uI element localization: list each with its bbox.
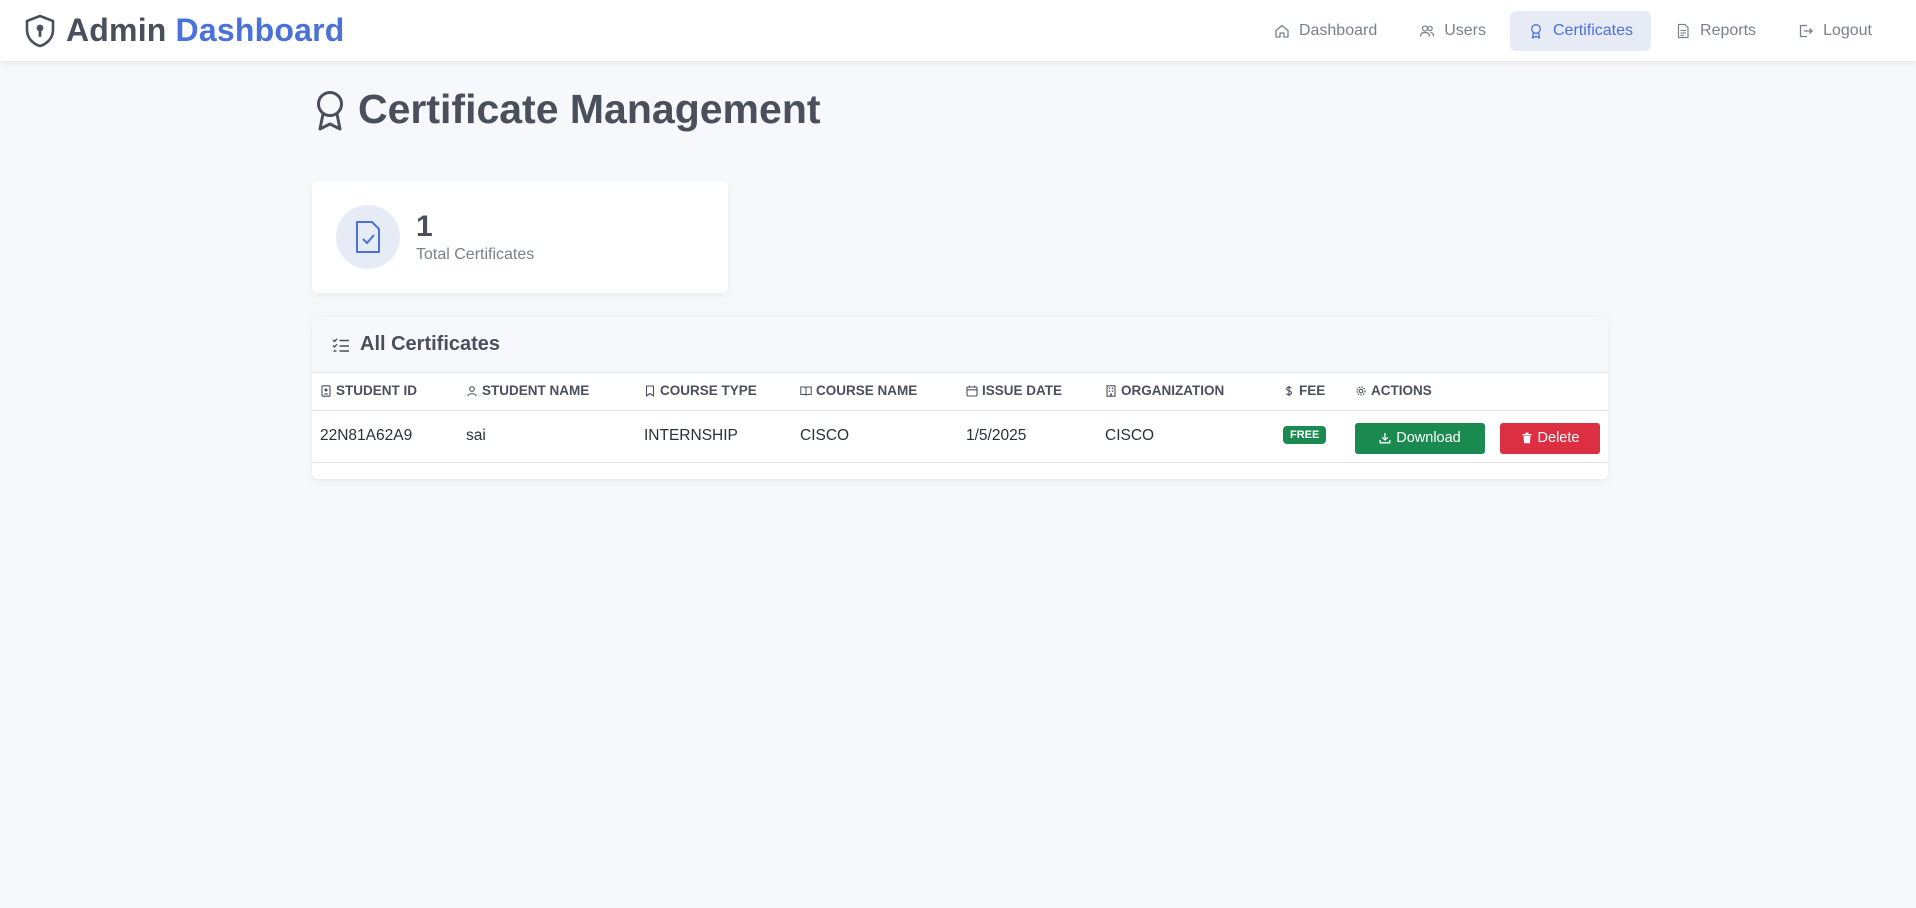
column-header-student-name[interactable]: STUDENT NAME	[458, 373, 636, 411]
logout-icon	[1799, 24, 1813, 37]
calendar-icon	[966, 385, 978, 397]
column-header-label: COURSE TYPE	[660, 383, 757, 398]
brand-accent: Dashboard	[175, 12, 345, 48]
cell-course-type: INTERNSHIP	[636, 410, 792, 463]
cell-student-id: 22N81A62A9	[312, 410, 458, 463]
users-icon	[1420, 24, 1435, 37]
column-header-organization[interactable]: ORGANIZATION	[1097, 373, 1275, 411]
dollar-icon	[1286, 385, 1292, 396]
home-icon	[1275, 24, 1289, 38]
column-header-label: STUDENT ID	[336, 383, 417, 398]
column-header-student-id[interactable]: STUDENT ID	[312, 373, 458, 411]
page-title: Certificate Management	[312, 86, 821, 133]
table-header-row: STUDENT ID STUDENT NAME COURSE TYPE COUR…	[312, 373, 1608, 411]
nav-item-dashboard[interactable]: Dashboard	[1256, 11, 1395, 51]
cell-student-name: sai	[458, 410, 636, 463]
building-icon	[1106, 384, 1116, 397]
column-header-issue-date[interactable]: ISSUE DATE	[958, 373, 1097, 411]
certificates-table: STUDENT ID STUDENT NAME COURSE TYPE COUR…	[312, 373, 1608, 463]
column-header-label: STUDENT NAME	[482, 383, 590, 398]
id-badge-icon	[321, 384, 331, 397]
column-header-label: FEE	[1299, 383, 1326, 398]
page-title-text: Certificate Management	[358, 86, 821, 132]
column-header-course-type[interactable]: COURSE TYPE	[636, 373, 792, 411]
cell-organization: CISCO	[1097, 410, 1275, 463]
award-icon	[317, 90, 343, 130]
stat-icon-circle	[336, 205, 400, 269]
file-check-icon	[356, 221, 380, 253]
person-icon	[467, 385, 477, 396]
file-text-icon	[1677, 23, 1689, 38]
download-icon	[1379, 433, 1391, 444]
nav-item-label: Users	[1444, 21, 1486, 39]
column-header-label: ORGANIZATION	[1121, 383, 1225, 398]
nav-item-users[interactable]: Users	[1401, 11, 1504, 51]
brand-title: Admin	[66, 12, 167, 48]
gear-icon	[1356, 385, 1366, 396]
stat-value: 1	[416, 210, 433, 243]
cell-actions: Download Delete	[1347, 410, 1608, 463]
trash-icon	[1522, 432, 1532, 444]
book-icon	[800, 386, 812, 396]
column-header-label: ISSUE DATE	[982, 383, 1063, 398]
nav-item-reports[interactable]: Reports	[1657, 11, 1774, 51]
cell-issue-date: 1/5/2025	[958, 410, 1097, 463]
delete-button-label: Delete	[1537, 430, 1580, 446]
download-button[interactable]: Download	[1355, 422, 1485, 454]
list-check-icon	[332, 337, 349, 352]
nav-item-label: Certificates	[1553, 21, 1634, 39]
column-header-actions: ACTIONS	[1347, 373, 1608, 411]
column-header-label: COURSE NAME	[816, 383, 918, 398]
delete-button[interactable]: Delete	[1500, 422, 1600, 454]
cell-course-name: CISCO	[792, 410, 958, 463]
card-header: All Certificates	[312, 317, 1608, 373]
stat-card-total-certificates: 1 Total Certificates	[312, 181, 728, 293]
shield-keyhole-icon	[25, 14, 55, 47]
bookmark-icon	[645, 384, 655, 397]
stat-label: Total Certificates	[416, 246, 535, 263]
download-button-label: Download	[1396, 430, 1461, 446]
fee-badge: FREE	[1283, 425, 1327, 444]
main-nav: Dashboard Users Certificates Reports Log…	[1256, 10, 1890, 51]
column-header-fee[interactable]: FEE	[1275, 373, 1347, 411]
award-icon	[1531, 23, 1541, 39]
nav-item-logout[interactable]: Logout	[1780, 11, 1890, 51]
card-title: All Certificates	[360, 333, 501, 355]
cell-fee: FREE	[1275, 410, 1347, 463]
nav-item-label: Dashboard	[1298, 21, 1378, 39]
nav-item-label: Reports	[1700, 21, 1757, 39]
table-row: 22N81A62A9 sai INTERNSHIP CISCO 1/5/2025…	[312, 410, 1608, 463]
navbar: Admin Dashboard Dashboard Users Certifica…	[0, 0, 1916, 61]
nav-item-certificates[interactable]: Certificates	[1510, 10, 1652, 51]
brand[interactable]: Admin Dashboard	[24, 12, 345, 49]
column-header-label: ACTIONS	[1371, 383, 1432, 398]
certificates-table-card: All Certificates STUDENT ID STUDENT NAME…	[312, 317, 1608, 479]
nav-item-label: Logout	[1823, 21, 1872, 39]
column-header-course-name[interactable]: COURSE NAME	[792, 373, 958, 411]
